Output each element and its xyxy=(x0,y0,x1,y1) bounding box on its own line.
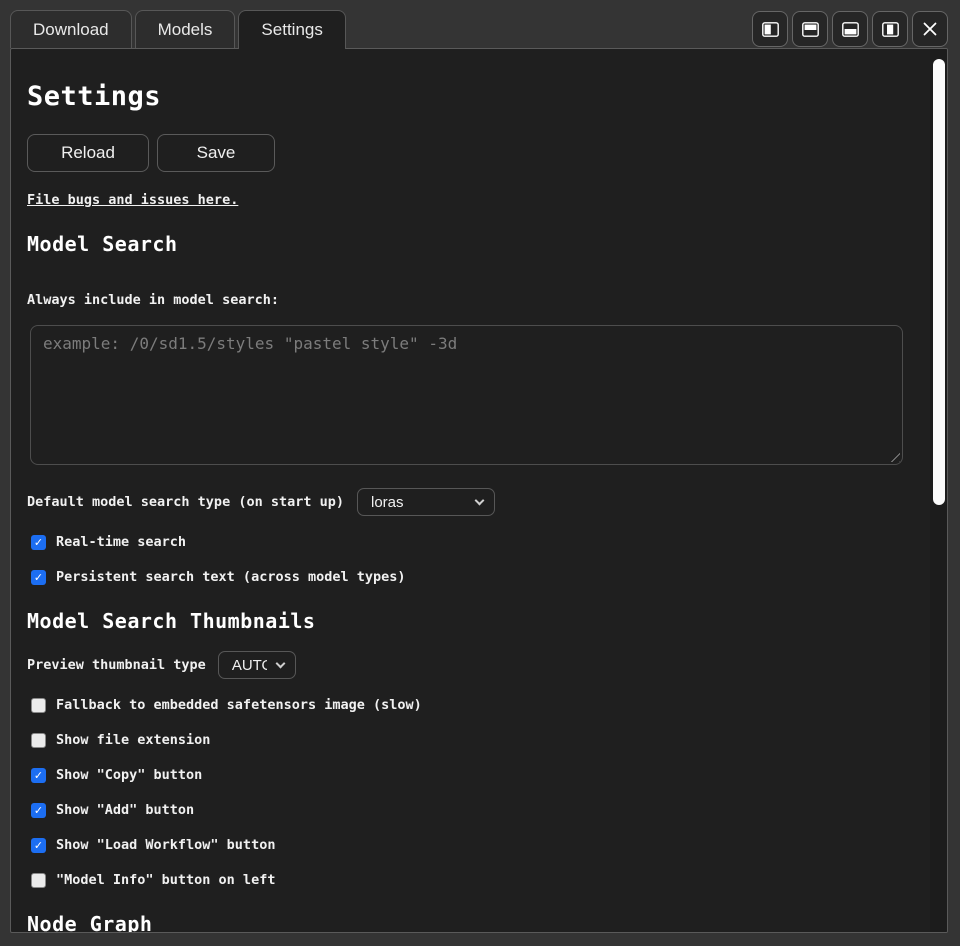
dock-right-icon xyxy=(882,22,899,37)
always-include-textarea[interactable] xyxy=(30,325,903,465)
show-load-workflow-row: ✓ Show "Load Workflow" button xyxy=(31,837,917,853)
dock-top-icon xyxy=(802,22,819,37)
tab-models-label: Models xyxy=(158,20,213,40)
fallback-safetensors-checkbox[interactable] xyxy=(31,698,46,713)
top-bar: Download Models Settings xyxy=(0,0,960,48)
dock-bottom-button[interactable] xyxy=(832,11,868,47)
settings-panel: Settings Reload Save File bugs and issue… xyxy=(10,48,948,933)
show-load-workflow-label: Show "Load Workflow" button xyxy=(56,837,275,853)
default-search-type-select[interactable]: loras xyxy=(357,488,495,516)
show-copy-button-checkbox[interactable]: ✓ xyxy=(31,768,46,783)
always-include-field-wrap xyxy=(30,325,903,465)
model-info-left-label: "Model Info" button on left xyxy=(56,872,275,888)
preview-thumbnail-select[interactable]: AUTO xyxy=(218,651,296,679)
realtime-search-checkbox[interactable]: ✓ xyxy=(31,535,46,550)
tab-settings[interactable]: Settings xyxy=(238,10,345,49)
settings-content: Settings Reload Save File bugs and issue… xyxy=(11,81,947,933)
persistent-search-label: Persistent search text (across model typ… xyxy=(56,569,406,585)
preview-thumbnail-row: Preview thumbnail type AUTO xyxy=(27,651,917,679)
fallback-safetensors-row: Fallback to embedded safetensors image (… xyxy=(31,697,917,713)
default-search-type-label: Default model search type (on start up) xyxy=(27,494,344,510)
save-button[interactable]: Save xyxy=(157,134,275,172)
tab-models[interactable]: Models xyxy=(135,10,236,48)
default-search-type-row: Default model search type (on start up) … xyxy=(27,488,917,516)
show-copy-button-row: ✓ Show "Copy" button xyxy=(31,767,917,783)
tab-settings-label: Settings xyxy=(261,20,322,40)
show-load-workflow-checkbox[interactable]: ✓ xyxy=(31,838,46,853)
model-search-heading: Model Search xyxy=(27,232,917,256)
preview-thumbnail-select-wrap: AUTO xyxy=(218,651,296,679)
window-controls xyxy=(752,11,948,47)
default-search-type-select-wrap: loras xyxy=(357,488,495,516)
node-graph-heading: Node Graph xyxy=(27,912,917,933)
dock-right-button[interactable] xyxy=(872,11,908,47)
show-add-button-row: ✓ Show "Add" button xyxy=(31,802,917,818)
dock-bottom-icon xyxy=(842,22,859,37)
dock-left-icon xyxy=(762,22,779,37)
model-info-left-checkbox[interactable] xyxy=(31,873,46,888)
dock-left-button[interactable] xyxy=(752,11,788,47)
close-icon xyxy=(922,21,938,37)
preview-thumbnail-label: Preview thumbnail type xyxy=(27,657,206,673)
always-include-label: Always include in model search: xyxy=(27,292,917,308)
file-bugs-link[interactable]: File bugs and issues here. xyxy=(27,192,238,208)
model-info-left-row: "Model Info" button on left xyxy=(31,872,917,888)
realtime-search-label: Real-time search xyxy=(56,534,186,550)
reload-button[interactable]: Reload xyxy=(27,134,149,172)
dock-top-button[interactable] xyxy=(792,11,828,47)
scrollbar-thumb[interactable] xyxy=(933,59,945,505)
close-button[interactable] xyxy=(912,11,948,47)
show-add-button-label: Show "Add" button xyxy=(56,802,194,818)
thumbnails-heading: Model Search Thumbnails xyxy=(27,609,917,633)
action-buttons: Reload Save xyxy=(27,134,917,172)
fallback-safetensors-label: Fallback to embedded safetensors image (… xyxy=(56,697,422,713)
page-title: Settings xyxy=(27,81,917,112)
tab-bar: Download Models Settings xyxy=(10,10,349,48)
show-file-extension-row: Show file extension xyxy=(31,732,917,748)
tab-download[interactable]: Download xyxy=(10,10,132,48)
show-add-button-checkbox[interactable]: ✓ xyxy=(31,803,46,818)
realtime-search-row: ✓ Real-time search xyxy=(31,534,917,550)
show-file-extension-label: Show file extension xyxy=(56,732,210,748)
persistent-search-checkbox[interactable]: ✓ xyxy=(31,570,46,585)
show-file-extension-checkbox[interactable] xyxy=(31,733,46,748)
show-copy-button-label: Show "Copy" button xyxy=(56,767,202,783)
tab-download-label: Download xyxy=(33,20,109,40)
persistent-search-row: ✓ Persistent search text (across model t… xyxy=(31,569,917,585)
vertical-scrollbar[interactable] xyxy=(930,49,947,932)
